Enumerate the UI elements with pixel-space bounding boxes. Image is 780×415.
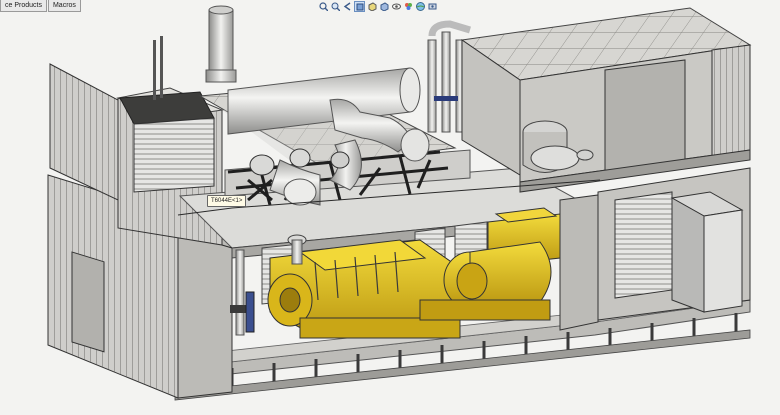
tab-products[interactable]: ce Products [0,0,47,12]
section-view-icon[interactable] [354,1,365,12]
view-settings-icon[interactable] [427,1,437,11]
edit-appearance-icon[interactable] [403,1,413,11]
display-style-icon[interactable] [379,1,389,11]
component-callout[interactable]: T6044E<1> [207,195,247,207]
zoom-to-fit-icon[interactable] [318,1,328,11]
previous-view-icon[interactable] [342,1,352,11]
view-orientation-icon[interactable] [367,1,377,11]
graphics-area[interactable] [0,0,780,411]
scene-icon[interactable] [415,1,425,11]
heads-up-view-toolbar [318,1,437,13]
right-upper-module [460,7,752,193]
control-cabinet [670,191,744,313]
assembly-model-view [47,5,752,401]
command-manager-tabs: ce Products Macros [0,0,82,12]
hide-show-icon[interactable] [391,1,401,11]
exhaust-stack [153,5,237,100]
zoom-area-icon[interactable] [330,1,340,11]
tab-macros[interactable]: Macros [47,0,81,12]
intake-louver-block [119,91,215,193]
